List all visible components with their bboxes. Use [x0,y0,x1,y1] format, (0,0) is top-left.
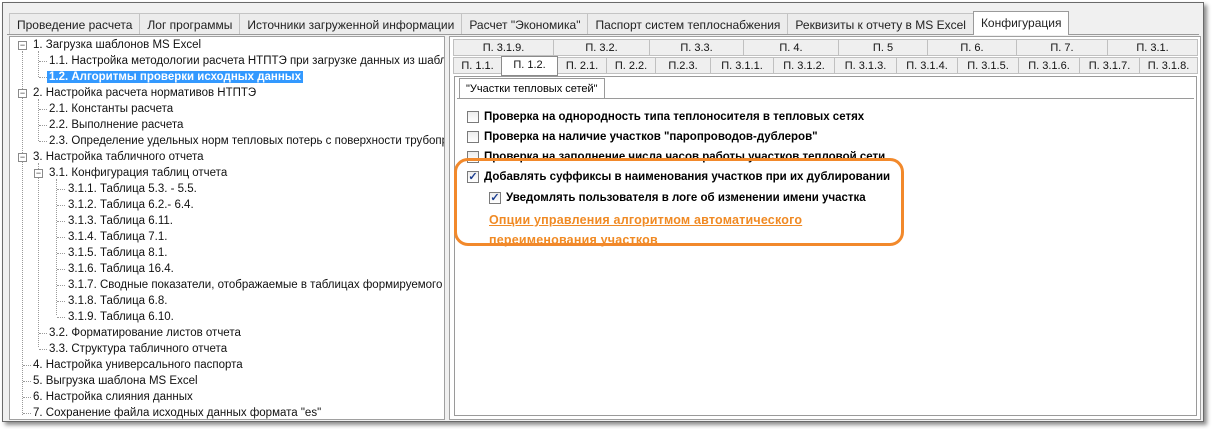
tab-p-3-1[interactable]: П. 3.1. [1107,39,1198,56]
tree-node-table-6-11[interactable]: 3.1.3. Таблица 6.11. [66,213,175,229]
tree-node-constants[interactable]: 2.1. Константы расчета [47,101,175,117]
tab-economics[interactable]: Расчет "Экономика" [461,13,589,35]
tab-p-2-3[interactable]: П.2.3. [655,57,711,74]
tree-node-methodology[interactable]: 1.1. Настройка методологии расчета НТПТЭ… [47,53,444,69]
rename-options-link[interactable]: Опции управления алгоритмом автоматическ… [489,210,909,250]
tree-guide [38,99,39,141]
collapse-icon[interactable]: − [18,89,27,98]
tree-node-report-structure[interactable]: 3.3. Структура табличного отчета [47,341,229,357]
tab-p-3-1-9[interactable]: П. 3.1.9. [453,39,554,56]
tree-guide [38,163,39,347]
tree-node-heat-loss-norms[interactable]: 2.3. Определение удельных норм тепловых … [47,133,444,149]
tab-p-1-2[interactable]: П. 1.2. [501,56,558,76]
tab-configuration[interactable]: Конфигурация [972,11,1070,35]
tree-node-export-template[interactable]: 5. Выгрузка шаблона MS Excel [31,373,200,389]
tree-node-check-algorithms[interactable]: 1.2. Алгоритмы проверки исходных данных [47,69,304,85]
checkbox-unchecked-icon[interactable] [467,111,479,123]
tree-guide [56,179,57,315]
tree-node-table-7-1[interactable]: 3.1.4. Таблица 7.1. [66,229,169,245]
tab-p-5[interactable]: П. 5 [838,39,928,56]
checkbox-unchecked-icon[interactable] [467,131,479,143]
checkbox-unchecked-icon[interactable] [467,151,479,163]
tab-p-3-1-5[interactable]: П. 3.1.5. [957,57,1019,74]
tree-node-table-config[interactable]: 3.1. Конфигурация таблиц отчета [47,165,229,181]
tab-p-1-1[interactable]: П. 1.1. [453,57,502,74]
tab-p-3-3[interactable]: П. 3.3. [649,39,744,56]
tree-node-table-8-1[interactable]: 3.1.5. Таблица 8.1. [66,245,169,261]
tab-p-4[interactable]: П. 4. [743,39,839,56]
tab-p-3-1-6[interactable]: П. 3.1.6. [1018,57,1080,74]
tab-p-3-1-4[interactable]: П. 3.1.4. [896,57,958,74]
tab-p-3-1-1[interactable]: П. 3.1.1. [710,57,774,74]
subtab-heat-network-sections[interactable]: "Участки тепловых сетей" [459,78,605,99]
tree-guide [38,51,39,77]
tree-node-summary-indicators[interactable]: 3.1.7. Сводные показатели, отображаемые … [66,277,444,293]
tree-node-normatives[interactable]: 2. Настройка расчета нормативов НТПТЭ [31,85,258,101]
tab-p-3-1-2[interactable]: П. 3.1.2. [773,57,835,74]
tree-node-table-report[interactable]: 3. Настройка табличного отчета [31,149,206,165]
tree-node-save-es-file[interactable]: 7. Сохранение файла исходных данных форм… [31,405,323,419]
tab-p-3-1-7[interactable]: П. 3.1.7. [1079,57,1140,74]
tab-p-7[interactable]: П. 7. [1016,39,1108,56]
tree-node-execution[interactable]: 2.2. Выполнение расчета [47,117,185,133]
settings-panel: П. 3.1.9. П. 3.2. П. 3.3. П. 4. П. 5 П. … [449,36,1201,420]
tree-node-sheet-formatting[interactable]: 3.2. Форматирование листов отчета [47,325,243,341]
tab-heat-passport[interactable]: Паспорт систем теплоснабжения [587,13,789,35]
checkmark-icon[interactable]: ✓ [467,171,479,183]
tab-p-2-1[interactable]: П. 2.1. [557,57,607,74]
tree-node-data-merge[interactable]: 6. Настройка слияния данных [31,389,195,405]
tab-p-2-2[interactable]: П. 2.2. [606,57,656,74]
tree-node-table-16-4[interactable]: 3.1.6. Таблица 16.4. [66,261,176,277]
tab-calculation[interactable]: Проведение расчета [9,13,141,35]
tab-excel-requisites[interactable]: Реквизиты к отчету в MS Excel [787,13,974,35]
collapse-icon[interactable]: − [34,169,43,178]
tab-p-3-1-3[interactable]: П. 3.1.3. [834,57,897,74]
tree-guide [22,51,23,415]
collapse-icon[interactable]: − [18,153,27,162]
tab-data-sources[interactable]: Источники загруженной информации [239,13,463,35]
tree-node-table-5-3[interactable]: 3.1.1. Таблица 5.3. - 5.5. [66,181,199,197]
config-tree[interactable]: − 1. Загрузка шаблонов MS Excel 1.1. Нас… [9,36,445,420]
collapse-icon[interactable]: − [18,41,27,50]
tab-p-3-1-8[interactable]: П. 3.1.8. [1139,57,1198,74]
tree-node-table-6-10[interactable]: 3.1.9. Таблица 6.10. [66,309,176,325]
tab-page: "Участки тепловых сетей" Проверка на одн… [454,76,1197,416]
tree-node-universal-passport[interactable]: 4. Настройка универсального паспорта [31,357,245,373]
app-window: Проведение расчета Лог программы Источни… [2,2,1204,422]
checkmark-icon[interactable]: ✓ [489,192,501,204]
tree-node-load-templates[interactable]: 1. Загрузка шаблонов MS Excel [31,37,203,53]
tab-program-log[interactable]: Лог программы [139,13,241,35]
tab-p-3-2[interactable]: П. 3.2. [553,39,650,56]
tab-p-6[interactable]: П. 6. [927,39,1017,56]
top-tab-bar: Проведение расчета Лог программы Источни… [9,11,1070,35]
subtab-body: Проверка на однородность типа теплоносит… [457,99,1194,413]
tree-node-table-6-8[interactable]: 3.1.8. Таблица 6.8. [66,293,169,309]
tree-node-table-6-2[interactable]: 3.1.2. Таблица 6.2.- 6.4. [66,197,196,213]
